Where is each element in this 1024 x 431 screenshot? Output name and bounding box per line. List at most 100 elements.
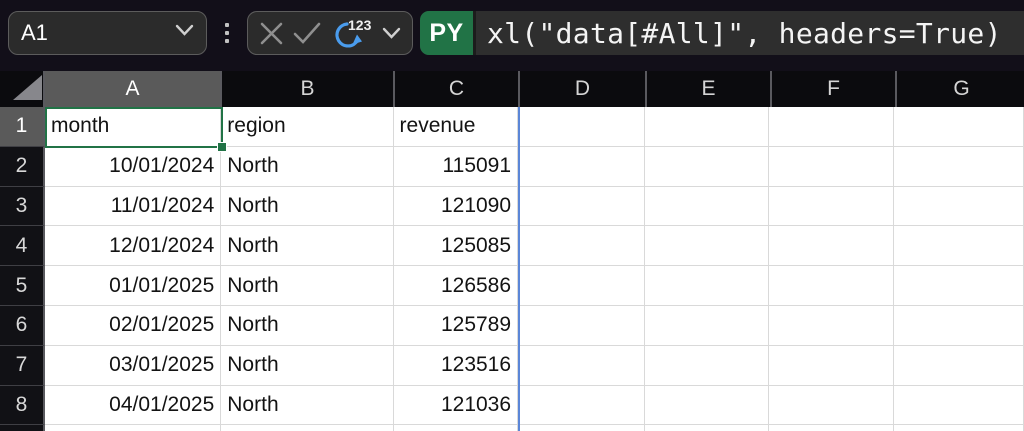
name-box[interactable]: A1	[8, 11, 207, 55]
cell-D7[interactable]	[518, 345, 645, 386]
sheet-row: 04/01/2025 North 121036	[45, 385, 1024, 426]
enter-check-icon[interactable]	[293, 22, 321, 44]
cell-B7[interactable]: North	[221, 345, 394, 386]
cell-G6[interactable]	[893, 305, 1024, 346]
svg-text:123: 123	[348, 17, 372, 33]
chevron-down-icon[interactable]	[175, 24, 194, 42]
cell-C9[interactable]	[394, 425, 519, 431]
cell-B5[interactable]: North	[221, 266, 394, 306]
cell-A5[interactable]: 01/01/2025	[45, 266, 222, 306]
spreadsheet-grid: ABCDEFG 12345678 month region revenue 10/01…	[0, 71, 1024, 431]
column-header-F[interactable]: F	[772, 71, 897, 107]
cell-D8[interactable]	[518, 385, 645, 426]
cell-C8[interactable]: 121036	[393, 385, 519, 426]
cell-E9[interactable]	[645, 425, 770, 431]
cell-D5[interactable]	[518, 266, 645, 306]
cell-A7[interactable]: 03/01/2025	[45, 345, 222, 386]
cell-B8[interactable]: North	[221, 385, 394, 426]
cell-C4[interactable]: 125085	[393, 226, 519, 267]
column-header-D[interactable]: D	[520, 71, 647, 107]
chevron-down-icon[interactable]	[382, 27, 401, 40]
cell-E6[interactable]	[644, 305, 770, 346]
cell-A6[interactable]: 02/01/2025	[45, 305, 222, 346]
cell-F2[interactable]	[769, 146, 894, 187]
python-language-badge: PY	[420, 11, 476, 55]
cell-F7[interactable]	[769, 345, 894, 386]
cell-C5[interactable]: 126586	[393, 266, 519, 306]
cell-E7[interactable]	[644, 345, 770, 386]
cell-D6[interactable]	[518, 305, 645, 346]
row-header-1[interactable]: 1	[0, 107, 45, 147]
cell-F8[interactable]	[769, 385, 894, 426]
select-all-corner[interactable]	[0, 71, 45, 107]
cell-F4[interactable]	[769, 226, 894, 267]
cell-E8[interactable]	[644, 385, 770, 426]
cell-B9[interactable]	[221, 425, 394, 431]
cancel-icon[interactable]	[259, 21, 284, 46]
row-header-7[interactable]: 7	[0, 345, 45, 386]
cell-F1[interactable]	[769, 107, 894, 147]
column-header-G[interactable]: G	[897, 71, 1024, 107]
cell-C7[interactable]: 123516	[393, 345, 519, 386]
row-header-clipped[interactable]	[0, 425, 45, 431]
row-header-3[interactable]: 3	[0, 186, 45, 227]
row-header-2[interactable]: 2	[0, 146, 45, 187]
cell-D3[interactable]	[518, 186, 645, 227]
cell-A8[interactable]: 04/01/2025	[45, 385, 222, 426]
convert-to-number-icon[interactable]: 123	[331, 15, 373, 51]
cell-C6[interactable]: 125789	[393, 305, 519, 346]
cell-G1[interactable]	[893, 107, 1024, 147]
cell-C3[interactable]: 121090	[393, 186, 519, 227]
cell-A4[interactable]: 12/01/2024	[45, 226, 222, 267]
cell-F5[interactable]	[769, 266, 894, 306]
cell-D1[interactable]	[518, 107, 645, 147]
cell-G5[interactable]	[893, 266, 1024, 306]
cell-F9[interactable]	[769, 425, 894, 431]
sheet-row: month region revenue	[45, 107, 1024, 147]
sheet-row	[45, 425, 1024, 431]
cell-B3[interactable]: North	[221, 186, 394, 227]
row-header-4[interactable]: 4	[0, 226, 45, 267]
cell-A9[interactable]	[45, 425, 222, 431]
cell-E5[interactable]	[644, 266, 770, 306]
column-header-E[interactable]: E	[647, 71, 772, 107]
formula-bar-drag-handle-icon[interactable]	[219, 11, 235, 55]
column-header-C[interactable]: C	[395, 71, 520, 107]
row-header-5[interactable]: 5	[0, 266, 45, 306]
cell-B4[interactable]: North	[221, 226, 394, 267]
row-header-8[interactable]: 8	[0, 385, 45, 426]
sheet-row: 10/01/2024 North 115091	[45, 146, 1024, 187]
cell-C1[interactable]: revenue	[393, 107, 519, 147]
cell-C2[interactable]: 115091	[393, 146, 519, 187]
formula-input[interactable]: xl("data[#All]", headers=True)	[476, 11, 1024, 55]
cell-D9[interactable]	[518, 425, 645, 431]
cell-F3[interactable]	[769, 186, 894, 227]
cell-A1[interactable]: month	[45, 107, 222, 147]
excel-window: A1 123 PY xl("data[#All]", headers=True)…	[0, 0, 1024, 431]
sheet-row: 01/01/2025 North 126586	[45, 266, 1024, 306]
cell-G4[interactable]	[893, 226, 1024, 267]
cell-B6[interactable]: North	[221, 305, 394, 346]
cell-B1[interactable]: region	[221, 107, 394, 147]
column-header-B[interactable]: B	[222, 71, 395, 107]
cell-D4[interactable]	[518, 226, 645, 267]
cell-G9[interactable]	[894, 425, 1024, 431]
cell-B2[interactable]: North	[221, 146, 394, 187]
row-header-6[interactable]: 6	[0, 305, 45, 346]
cell-D2[interactable]	[518, 146, 645, 187]
sheet-row: 03/01/2025 North 123516	[45, 345, 1024, 386]
column-header-A[interactable]: A	[45, 71, 222, 107]
cell-E3[interactable]	[644, 186, 770, 227]
cell-E1[interactable]	[644, 107, 770, 147]
cell-G2[interactable]	[893, 146, 1024, 187]
cell-E4[interactable]	[644, 226, 770, 267]
cell-G7[interactable]	[893, 345, 1024, 386]
cell-F6[interactable]	[769, 305, 894, 346]
cell-E2[interactable]	[644, 146, 770, 187]
sheet-row: 02/01/2025 North 125789	[45, 305, 1024, 346]
cell-A2[interactable]: 10/01/2024	[45, 146, 222, 187]
cell-G3[interactable]	[893, 186, 1024, 227]
cell-A3[interactable]: 11/01/2024	[45, 186, 222, 227]
sheet-row: 11/01/2024 North 121090	[45, 186, 1024, 227]
cell-G8[interactable]	[893, 385, 1024, 426]
